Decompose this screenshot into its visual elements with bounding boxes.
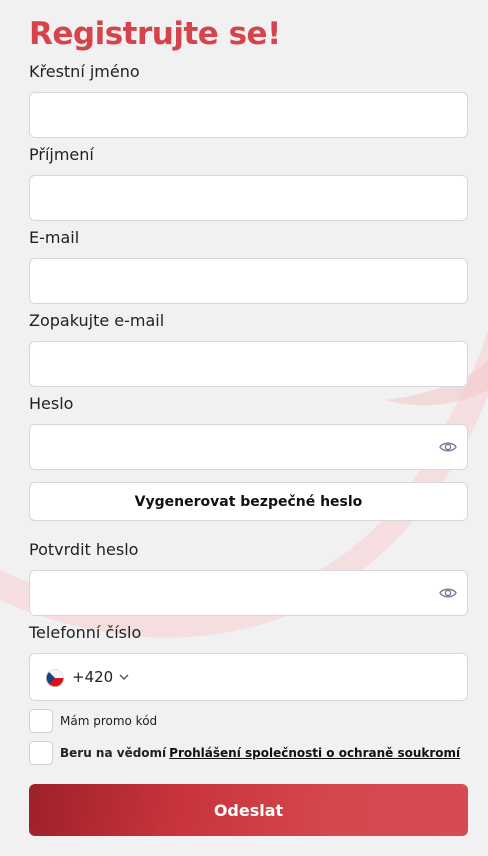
privacy-row: Beru na vědomí Prohlášení společnosti o …: [29, 741, 460, 765]
promo-code-row: Mám promo kód: [29, 709, 157, 733]
confirm-password-label: Potvrdit heslo: [29, 540, 139, 559]
country-code[interactable]: +420: [72, 668, 113, 686]
privacy-prefix: Beru na vědomí: [60, 746, 167, 760]
submit-button[interactable]: Odeslat: [29, 784, 468, 836]
eye-icon[interactable]: [439, 586, 457, 600]
privacy-checkbox[interactable]: [29, 741, 53, 765]
page-title: Registrujte se!: [29, 16, 281, 52]
phone-input[interactable]: +420: [29, 653, 468, 701]
confirm-password-input[interactable]: [29, 570, 468, 616]
last-name-input[interactable]: [29, 175, 468, 221]
password-input[interactable]: [29, 424, 468, 470]
privacy-label: Beru na vědomí: [60, 746, 166, 760]
last-name-label: Příjmení: [29, 145, 94, 164]
first-name-input[interactable]: [29, 92, 468, 138]
email-label: E-mail: [29, 228, 80, 247]
email-repeat-input[interactable]: [29, 341, 468, 387]
chevron-down-icon[interactable]: [119, 673, 129, 681]
email-repeat-label: Zopakujte e-mail: [29, 311, 165, 330]
privacy-policy-link[interactable]: Prohlášení společnosti o ochraně soukrom…: [169, 746, 460, 760]
password-label: Heslo: [29, 394, 74, 413]
generate-password-button[interactable]: Vygenerovat bezpečné heslo: [29, 482, 468, 521]
promo-code-label: Mám promo kód: [60, 714, 158, 728]
email-input[interactable]: [29, 258, 468, 304]
first-name-label: Křestní jméno: [29, 62, 140, 81]
eye-icon[interactable]: [439, 440, 457, 454]
phone-label: Telefonní číslo: [29, 623, 142, 642]
czech-flag-icon[interactable]: [46, 669, 64, 687]
promo-code-checkbox[interactable]: [29, 709, 53, 733]
